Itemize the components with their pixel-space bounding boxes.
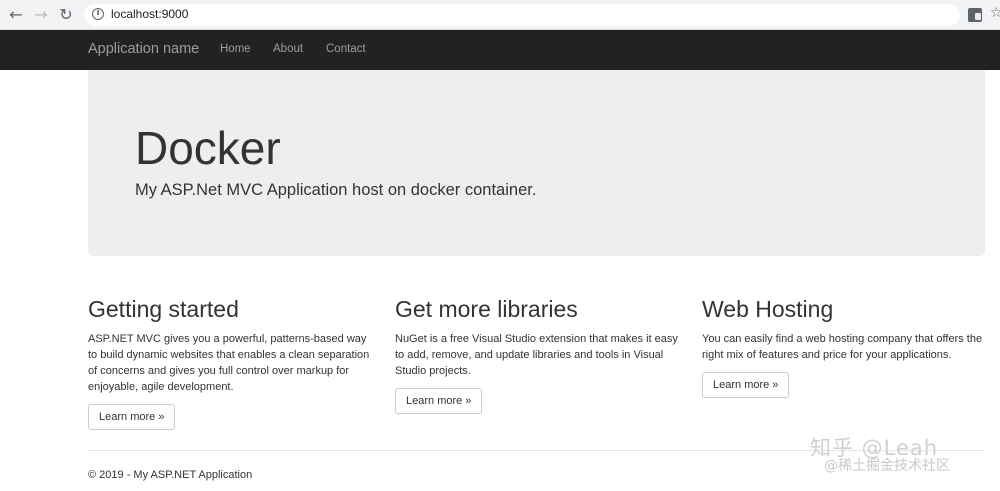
column-heading: Get more libraries	[395, 296, 578, 322]
nav-link-contact[interactable]: Contact	[326, 43, 366, 55]
column-body: You can easily find a web hosting compan…	[702, 333, 983, 361]
footer-text: © 2019 - My ASP.NET Application	[88, 469, 253, 481]
column-body: NuGet is a free Visual Studio extension …	[395, 333, 678, 377]
site-navbar: Application name Home About Contact	[0, 30, 1000, 70]
jumbotron: Docker My ASP.Net MVC Application host o…	[88, 70, 985, 256]
browser-toolbar: ← → ↻ i localhost:9000 ☆	[0, 0, 1000, 30]
nav-link-about[interactable]: About	[273, 43, 303, 55]
watermark-juejin: @稀土掘金技术社区	[824, 458, 950, 474]
jumbotron-lead: My ASP.Net MVC Application host on docke…	[135, 181, 537, 199]
column-heading: Getting started	[88, 296, 239, 322]
bookmark-star-icon[interactable]: ☆	[990, 5, 1000, 21]
learn-more-button[interactable]: Learn more »	[702, 372, 790, 398]
learn-more-button[interactable]: Learn more »	[88, 404, 176, 430]
navbar-brand[interactable]: Application name	[88, 41, 199, 57]
reload-icon[interactable]: ↻	[56, 5, 76, 25]
column-web-hosting: Web Hosting You can easily find a web ho…	[702, 294, 987, 398]
jumbotron-title: Docker	[135, 122, 281, 174]
column-heading: Web Hosting	[702, 296, 834, 322]
column-getting-started: Getting started ASP.NET MVC gives you a …	[88, 294, 373, 430]
learn-more-button[interactable]: Learn more »	[395, 388, 483, 414]
forward-arrow-icon[interactable]: →	[31, 5, 51, 25]
column-get-more-libraries: Get more libraries NuGet is a free Visua…	[395, 294, 680, 414]
nav-link-home[interactable]: Home	[220, 43, 251, 55]
address-bar[interactable]: i localhost:9000	[84, 4, 960, 26]
address-url[interactable]: localhost:9000	[111, 7, 188, 21]
translate-icon[interactable]	[968, 8, 982, 22]
back-arrow-icon[interactable]: ←	[6, 5, 26, 25]
info-icon[interactable]: i	[92, 8, 104, 20]
column-body: ASP.NET MVC gives you a powerful, patter…	[88, 333, 370, 393]
